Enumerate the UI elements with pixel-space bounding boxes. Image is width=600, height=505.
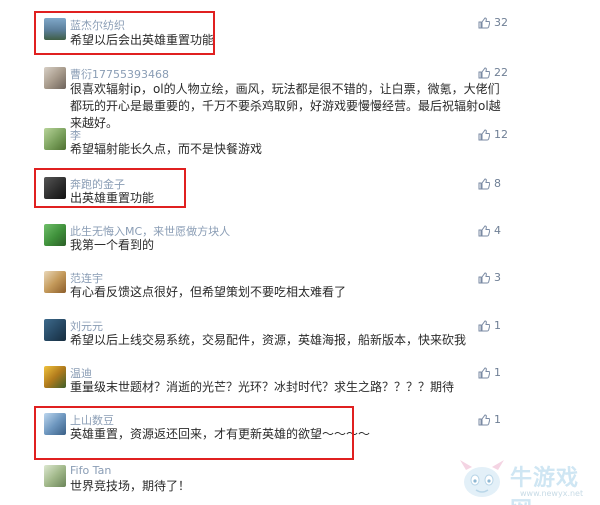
like-count: 32 xyxy=(494,16,508,29)
comment-username[interactable]: 曹衍17755393468 xyxy=(70,66,169,82)
comment-username[interactable]: Fifo Tan xyxy=(70,464,111,477)
like-count: 12 xyxy=(494,128,508,141)
watermark-text: 牛游戏网 xyxy=(510,466,580,505)
avatar[interactable] xyxy=(44,366,66,388)
comment-item: 曹衍17755393468 很喜欢辐射ip，ol的人物立绘，画风，玩法都是很不错… xyxy=(0,58,600,130)
comment-item: 上山数豆 英雄重置，资源返还回来，才有更新英雄的欲望～～～～ 1 xyxy=(0,404,600,449)
thumbs-up-icon xyxy=(478,224,490,236)
like-button[interactable]: 4 xyxy=(478,224,501,237)
like-button[interactable]: 3 xyxy=(478,271,501,284)
like-button[interactable]: 1 xyxy=(478,319,501,332)
comment-item: 奔跑的金子 出英雄重置功能 8 xyxy=(0,168,600,213)
watermark-url: www.newyx.net xyxy=(520,489,584,498)
thumbs-up-icon xyxy=(478,66,490,78)
thumbs-up-icon xyxy=(478,128,490,140)
comment-text: 重量级末世题材？消逝的光芒？光环？冰封时代？求生之路？？？？期待 xyxy=(70,380,455,394)
comment-item: 刘元元 希望以后上线交易系统，交易配件，资源，英雄海报，船新版本，快来砍我 1 xyxy=(0,310,600,355)
comment-text: 出英雄重置功能 xyxy=(70,191,155,205)
comment-text: 希望以后上线交易系统，交易配件，资源，英雄海报，船新版本，快来砍我 xyxy=(70,333,467,347)
avatar[interactable] xyxy=(44,18,66,40)
like-button[interactable]: 1 xyxy=(478,413,501,426)
comment-text: 希望以后会出英雄重置功能 xyxy=(70,33,215,47)
thumbs-up-icon xyxy=(478,177,490,189)
avatar[interactable] xyxy=(44,128,66,150)
avatar[interactable] xyxy=(44,67,66,89)
thumbs-up-icon xyxy=(478,16,490,28)
like-count: 4 xyxy=(494,224,501,237)
avatar[interactable] xyxy=(44,224,66,246)
avatar[interactable] xyxy=(44,177,66,199)
comment-text: 有心看反馈这点很好，但希望策划不要吃相太难看了 xyxy=(70,285,347,299)
thumbs-up-icon xyxy=(478,413,490,425)
like-count: 1 xyxy=(494,413,501,426)
avatar[interactable] xyxy=(44,271,66,293)
like-button[interactable]: 32 xyxy=(478,16,508,29)
like-button[interactable]: 1 xyxy=(478,366,501,379)
avatar[interactable] xyxy=(44,413,66,435)
comment-text: 世界竞技场，期待了！ xyxy=(70,479,191,493)
comment-item: 温迪 重量级末世题材？消逝的光芒？光环？冰封时代？求生之路？？？？期待 1 xyxy=(0,357,600,402)
comment-text: 希望辐射能长久点，而不是快餐游戏 xyxy=(70,142,263,156)
like-button[interactable]: 8 xyxy=(478,177,501,190)
comment-item: 蓝杰尔纺织 希望以后会出英雄重置功能 32 xyxy=(0,10,600,60)
like-count: 1 xyxy=(494,366,501,379)
comment-item: 李 希望辐射能长久点，而不是快餐游戏 12 xyxy=(0,120,600,165)
comment-item: 此生无悔入MC，来世愿做方块人 我第一个看到的 4 xyxy=(0,215,600,260)
like-count: 1 xyxy=(494,319,501,332)
like-button[interactable]: 12 xyxy=(478,128,508,141)
like-count: 8 xyxy=(494,177,501,190)
comment-username[interactable]: 蓝杰尔纺织 xyxy=(70,17,125,33)
thumbs-up-icon xyxy=(478,271,490,283)
like-count: 22 xyxy=(494,66,508,79)
like-button[interactable]: 22 xyxy=(478,66,508,79)
comment-text: 英雄重置，资源返还回来，才有更新英雄的欲望～～～～ xyxy=(70,427,371,441)
thumbs-up-icon xyxy=(478,319,490,331)
like-count: 3 xyxy=(494,271,501,284)
avatar[interactable] xyxy=(44,319,66,341)
thumbs-up-icon xyxy=(478,366,490,378)
comment-item: 范连宇 有心看反馈这点很好，但希望策划不要吃相太难看了 3 xyxy=(0,262,600,307)
comment-text: 我第一个看到的 xyxy=(70,238,155,252)
avatar[interactable] xyxy=(44,465,66,487)
